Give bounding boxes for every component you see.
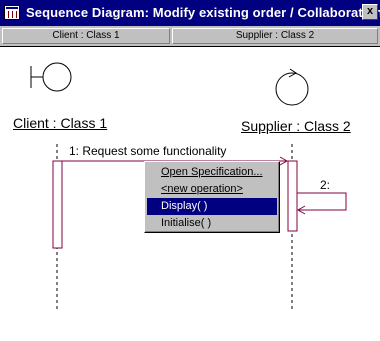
header-cell-client[interactable]: Client : Class 1 xyxy=(2,28,170,44)
header-cell-supplier[interactable]: Supplier : Class 2 xyxy=(172,28,378,44)
menu-item-label: Open Specification... xyxy=(161,166,263,178)
menu-item-label: Display( ) xyxy=(161,200,208,212)
menu-item-display[interactable]: Display( ) xyxy=(147,198,277,215)
close-button[interactable]: x xyxy=(362,4,378,20)
supplier-object-label[interactable]: Supplier : Class 2 xyxy=(241,118,351,134)
client-object-label[interactable]: Client : Class 1 xyxy=(13,115,107,131)
menu-item-label: <new operation> xyxy=(161,183,243,195)
message-2-self-call[interactable] xyxy=(296,192,347,215)
supplier-activation-bar[interactable] xyxy=(287,160,298,232)
sequence-diagram-icon[interactable] xyxy=(4,5,20,20)
boundary-icon[interactable] xyxy=(30,62,72,92)
message-2-label[interactable]: 2: xyxy=(320,178,330,192)
context-menu[interactable]: Open Specification... <new operation> Di… xyxy=(144,161,280,233)
menu-item-new-operation[interactable]: <new operation> xyxy=(147,181,277,198)
message-1-label[interactable]: 1: Request some functionality xyxy=(69,144,226,158)
menu-item-open-specification[interactable]: Open Specification... xyxy=(147,164,277,181)
object-header-bar: Client : Class 1 Supplier : Class 2 xyxy=(0,26,380,47)
client-activation-bar[interactable] xyxy=(52,160,63,249)
menu-item-initialise[interactable]: Initialise( ) xyxy=(147,215,277,232)
title-bar[interactable]: Sequence Diagram: Modify existing order … xyxy=(0,0,380,26)
window-title: Sequence Diagram: Modify existing order … xyxy=(26,5,380,20)
control-icon[interactable] xyxy=(275,68,309,106)
menu-item-label: Initialise( ) xyxy=(161,217,212,229)
